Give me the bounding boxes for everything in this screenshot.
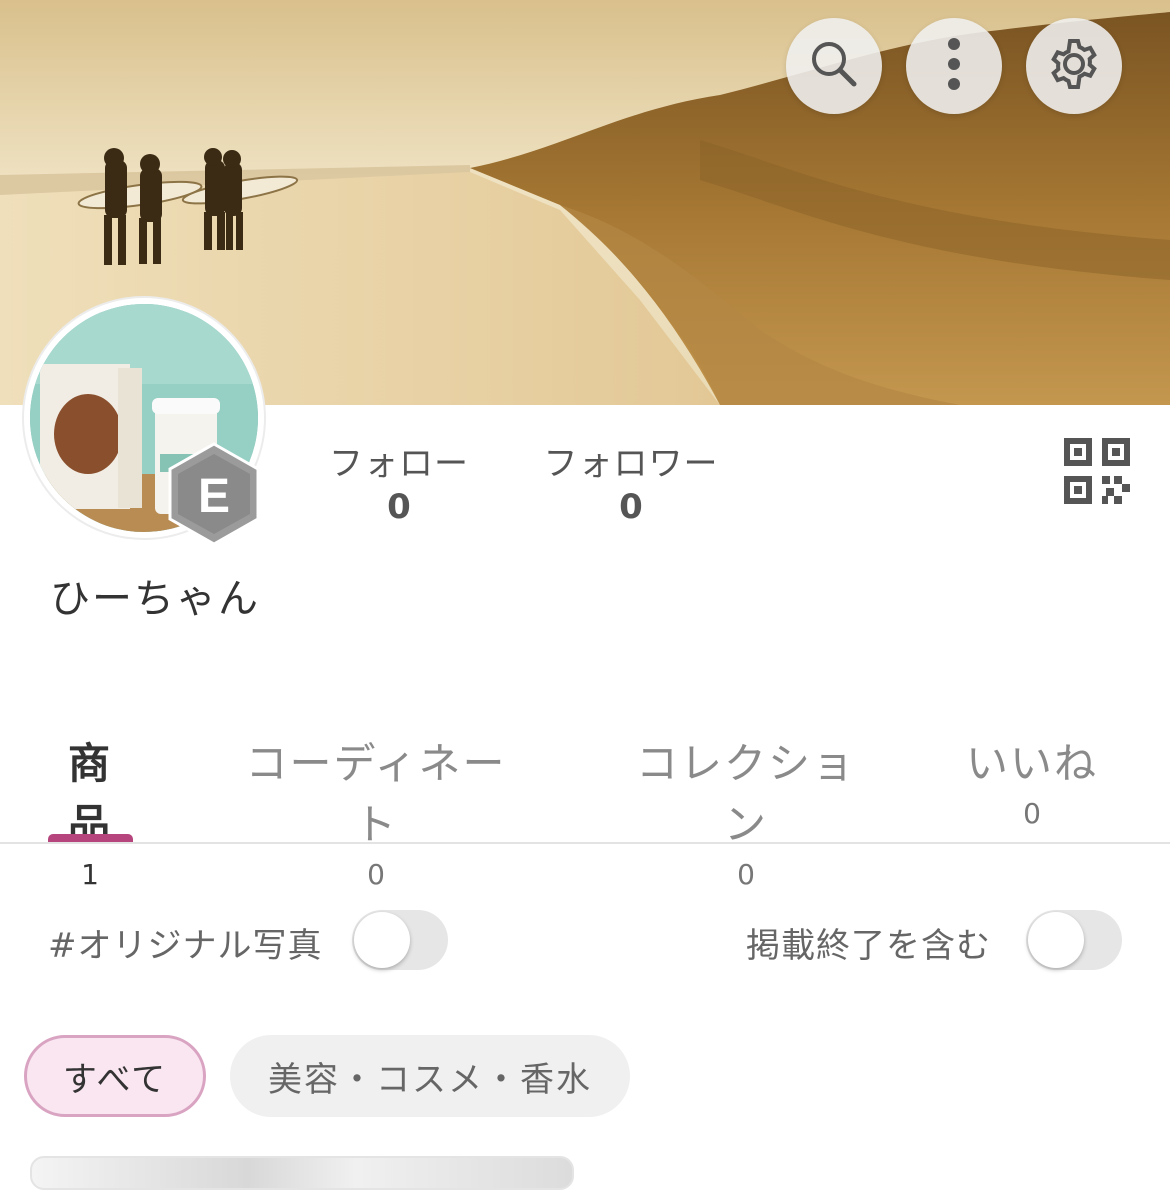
follower-label: フォロワー	[543, 444, 719, 484]
tab-count: 0	[1023, 797, 1041, 830]
include-ended-toggle[interactable]	[1026, 910, 1122, 970]
item-card[interactable]	[30, 1156, 574, 1190]
original-photo-toggle[interactable]	[352, 910, 448, 970]
tab-label: いいね	[966, 739, 1099, 788]
more-button[interactable]	[906, 18, 1002, 114]
tab-collection[interactable]: コレクション 0	[616, 730, 876, 891]
tab-coordinate[interactable]: コーディネート 0	[226, 730, 526, 891]
tab-divider	[0, 842, 1170, 844]
tab-label: コレクション	[635, 739, 856, 849]
original-photo-label: #オリジナル写真	[48, 926, 323, 966]
toggle-knob	[354, 912, 410, 968]
category-chip-all[interactable]: すべて	[24, 1035, 206, 1117]
category-chip-beauty[interactable]: 美容・コスメ・香水	[230, 1035, 630, 1117]
search-icon	[808, 38, 860, 94]
include-ended-label: 掲載終了を含む	[746, 926, 991, 966]
badge-letter: E	[198, 470, 230, 523]
more-vertical-icon	[944, 36, 964, 96]
toggle-knob	[1028, 912, 1084, 968]
tab-count: 1	[81, 858, 99, 891]
qr-code-button[interactable]	[1064, 438, 1130, 504]
follow-count: 0	[387, 487, 411, 527]
follow-stat[interactable]: フォロー 0	[328, 436, 470, 527]
qr-code-icon	[1064, 438, 1130, 508]
follower-count: 0	[619, 487, 643, 527]
follower-stat[interactable]: フォロワー 0	[540, 436, 722, 527]
search-button[interactable]	[786, 18, 882, 114]
follow-label: フォロー	[329, 444, 469, 484]
rank-badge: E	[168, 442, 260, 546]
settings-button[interactable]	[1026, 18, 1122, 114]
tab-label: コーディネート	[245, 739, 507, 849]
username: ひーちゃん	[50, 576, 260, 622]
tab-count: 0	[367, 858, 385, 891]
tab-count: 0	[737, 858, 755, 891]
tab-likes[interactable]: いいね 0	[966, 730, 1098, 830]
gear-icon	[1046, 36, 1102, 96]
tab-items[interactable]: 商品 1	[48, 730, 132, 891]
